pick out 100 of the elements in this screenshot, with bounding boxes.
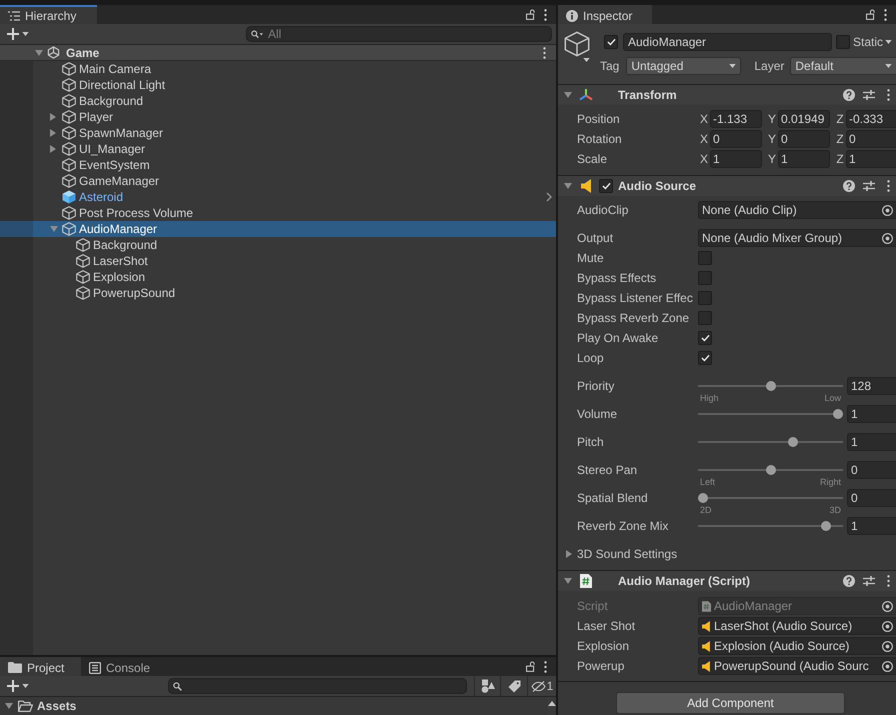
slider[interactable] [698, 436, 843, 448]
panel-tab[interactable]: Project [0, 657, 81, 676]
hidden-packages-button[interactable]: 1 [527, 676, 556, 696]
disclosure-triangle-icon[interactable] [35, 50, 43, 56]
number-field[interactable]: 1 [847, 433, 896, 451]
disclosure-triangle-icon[interactable] [50, 145, 56, 153]
object-field[interactable]: None (Audio Mixer Group) [698, 229, 896, 247]
number-field[interactable]: 1 [847, 517, 896, 535]
hierarchy-item[interactable]: SpawnManager [0, 125, 556, 141]
number-field[interactable]: 1 [778, 150, 830, 168]
panel-tab[interactable]: Console [81, 657, 161, 676]
slider[interactable] [698, 492, 843, 504]
checkbox[interactable] [698, 331, 712, 345]
foldout-triangle-icon[interactable] [564, 183, 572, 189]
disclosure-triangle-icon[interactable] [5, 702, 13, 708]
checkbox[interactable] [698, 351, 712, 365]
checkbox[interactable] [698, 311, 712, 325]
number-field[interactable]: 0 [710, 130, 762, 148]
component-header[interactable]: Audio Source [558, 175, 896, 196]
hierarchy-item[interactable]: Directional Light [0, 77, 556, 93]
number-field[interactable]: 0 [846, 130, 896, 148]
hierarchy-item[interactable]: AudioManager [0, 221, 556, 237]
number-field[interactable]: 1 [847, 405, 896, 423]
object-field[interactable]: Explosion (Audio Source) [698, 637, 896, 655]
layer-dropdown[interactable]: Default [790, 57, 896, 75]
number-field[interactable]: 0 [847, 489, 896, 507]
checkbox[interactable] [604, 35, 618, 49]
hierarchy-item[interactable]: EventSystem [0, 157, 556, 173]
menu-icon[interactable] [887, 89, 890, 101]
hierarchy-item[interactable]: Background [0, 237, 556, 253]
target-icon[interactable] [882, 232, 893, 244]
hierarchy-item[interactable]: Player [0, 109, 556, 125]
lock-icon[interactable] [866, 9, 875, 20]
checkbox[interactable] [698, 291, 712, 305]
object-field[interactable]: LaserShot (Audio Source) [698, 617, 896, 635]
panel-tab[interactable]: Inspector [558, 5, 652, 24]
checkbox[interactable] [698, 251, 712, 265]
number-field[interactable]: 0 [847, 461, 896, 479]
sliders-icon[interactable] [863, 89, 875, 101]
checkbox[interactable] [698, 271, 712, 285]
menu-icon[interactable] [543, 46, 546, 58]
foldout-triangle-icon[interactable] [564, 92, 572, 98]
panel-tab[interactable]: Hierarchy [0, 5, 97, 24]
target-icon[interactable] [882, 204, 893, 216]
folder-item[interactable]: Assets [0, 697, 547, 714]
component-header[interactable]: Audio Manager (Script) [558, 570, 896, 591]
sliders-icon[interactable] [863, 180, 875, 192]
target-icon[interactable] [882, 660, 893, 672]
target-icon[interactable] [882, 620, 893, 632]
sliders-icon[interactable] [863, 575, 875, 587]
chevron-right-icon[interactable] [546, 192, 552, 202]
create-button[interactable] [7, 28, 29, 40]
slider[interactable] [698, 464, 843, 476]
add-component-button[interactable]: Add Component [616, 692, 845, 714]
menu-icon[interactable] [544, 8, 547, 20]
foldout-triangle-icon[interactable] [566, 550, 572, 558]
lock-icon[interactable] [526, 661, 535, 672]
object-field[interactable]: None (Audio Clip) [698, 201, 896, 219]
component-header[interactable]: Transform [558, 84, 896, 105]
slider[interactable] [698, 520, 843, 532]
foldout-triangle-icon[interactable] [564, 578, 572, 584]
target-icon[interactable] [882, 640, 893, 652]
slider-thumb[interactable] [698, 493, 708, 503]
checkbox[interactable] [599, 179, 613, 193]
number-field[interactable]: 128 [847, 377, 896, 395]
number-field[interactable]: 1 [710, 150, 762, 168]
hierarchy-item[interactable]: GameManager [0, 173, 556, 189]
hierarchy-item[interactable]: Main Camera [0, 61, 556, 77]
hierarchy-item[interactable]: LaserShot [0, 253, 556, 269]
search-field[interactable] [168, 678, 467, 694]
scroll-up-arrow-icon[interactable] [548, 701, 556, 706]
help-icon[interactable] [843, 575, 855, 587]
number-field[interactable]: 0.01949 [778, 110, 830, 128]
static-dropdown[interactable]: Static [853, 33, 892, 51]
foldout[interactable]: 3D Sound Settings [558, 544, 896, 564]
slider[interactable] [698, 408, 843, 420]
lock-icon[interactable] [526, 9, 535, 20]
number-field[interactable]: -0.333 [846, 110, 896, 128]
slider-thumb[interactable] [766, 381, 776, 391]
object-field[interactable]: PowerupSound (Audio Sourc [698, 657, 896, 675]
slider-thumb[interactable] [820, 521, 831, 531]
menu-icon[interactable] [884, 8, 887, 20]
hierarchy-item[interactable]: Post Process Volume [0, 205, 556, 221]
search-field[interactable]: All [246, 26, 552, 42]
hierarchy-item[interactable]: PowerupSound [0, 285, 556, 301]
menu-icon[interactable] [887, 180, 890, 192]
slider-thumb[interactable] [788, 437, 798, 447]
disclosure-triangle-icon[interactable] [50, 113, 56, 121]
hierarchy-item[interactable]: Asteroid [0, 189, 556, 205]
help-icon[interactable] [843, 180, 855, 192]
menu-icon[interactable] [544, 660, 547, 672]
slider[interactable] [698, 380, 843, 392]
tag-dropdown[interactable]: Untagged [626, 57, 742, 75]
help-icon[interactable] [843, 89, 855, 101]
disclosure-triangle-icon[interactable] [50, 129, 56, 137]
menu-icon[interactable] [887, 575, 890, 587]
number-field[interactable]: 1 [846, 150, 896, 168]
slider-thumb[interactable] [833, 409, 843, 419]
checkbox[interactable] [836, 35, 850, 49]
create-button[interactable] [7, 680, 29, 692]
